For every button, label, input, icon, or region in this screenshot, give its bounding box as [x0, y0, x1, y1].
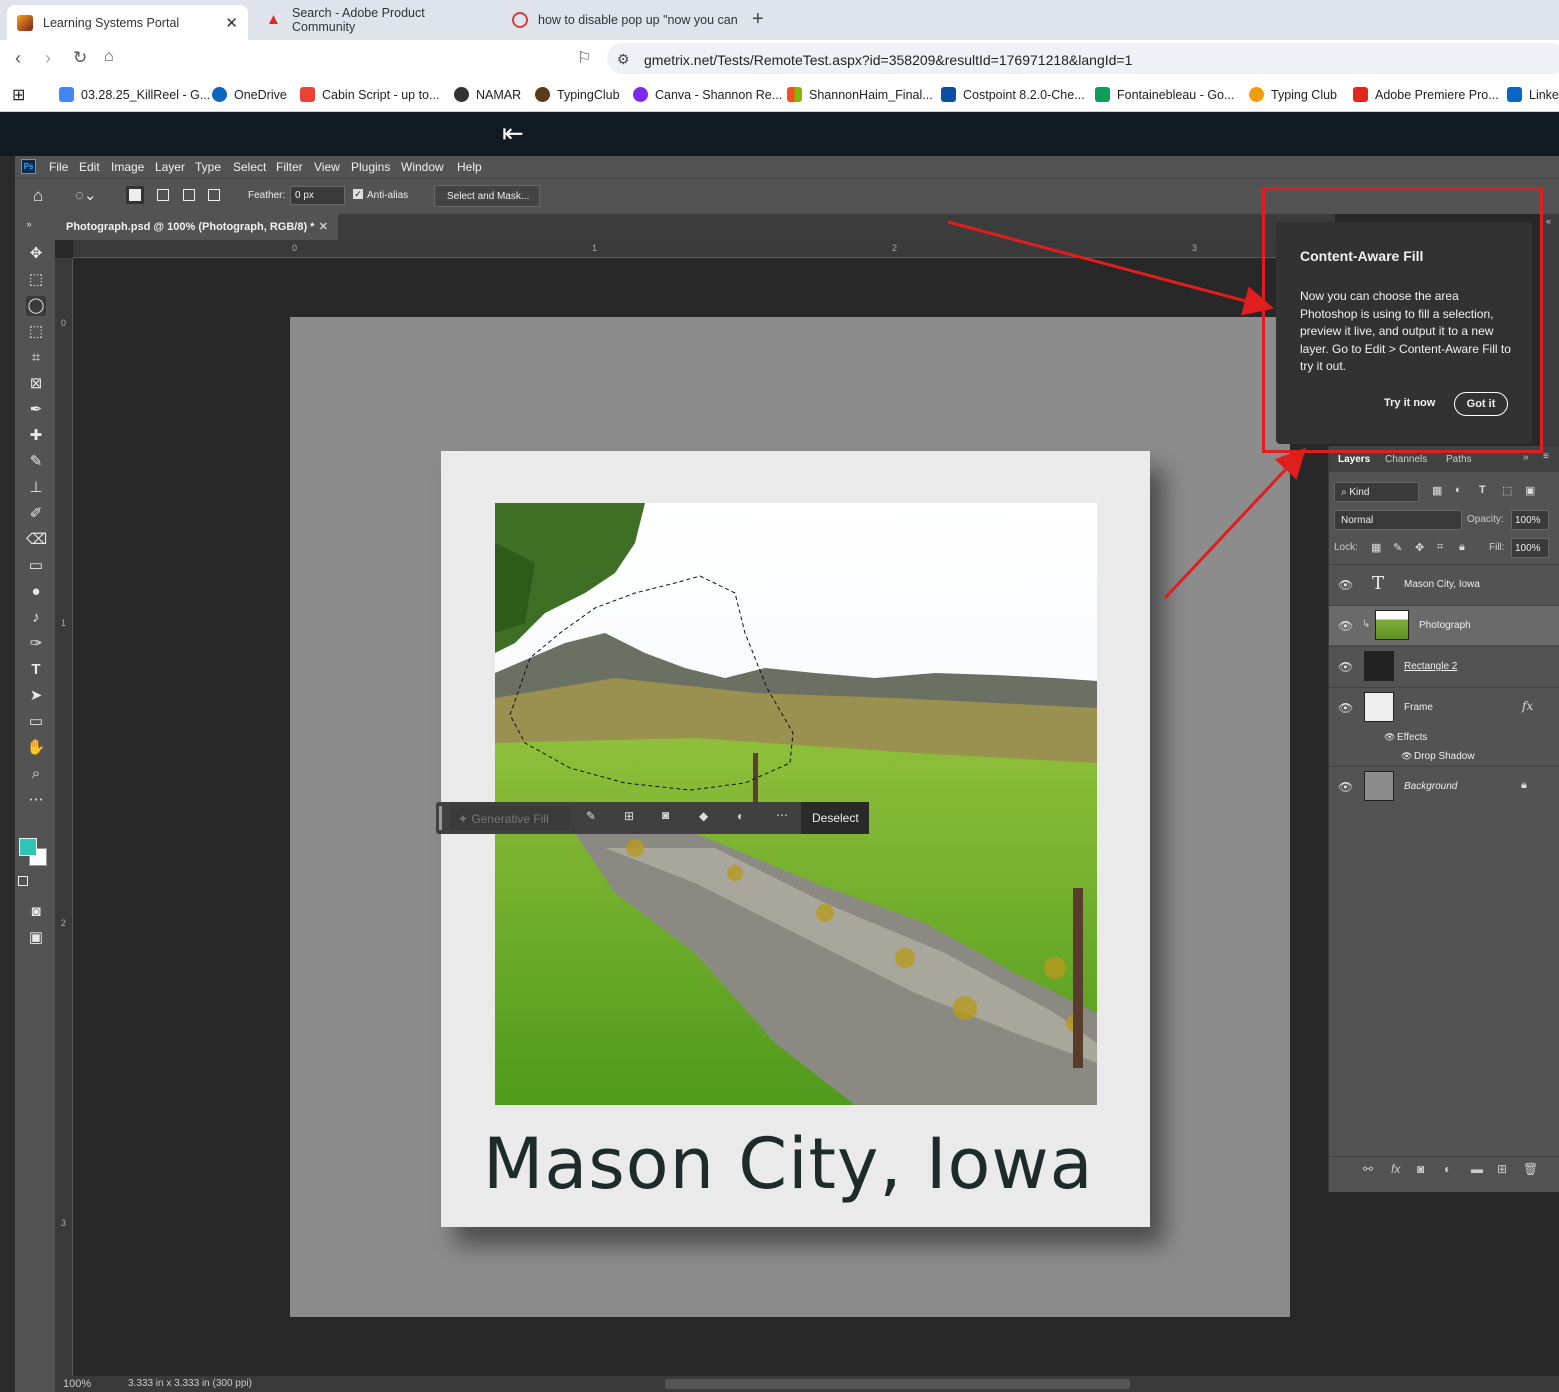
- arrow-to-popup-bottom: [1163, 447, 1307, 600]
- annotation-highlight-box: [1262, 187, 1543, 453]
- foreground-color-swatch[interactable]: [19, 838, 37, 856]
- arrow-to-popup: [947, 220, 1274, 316]
